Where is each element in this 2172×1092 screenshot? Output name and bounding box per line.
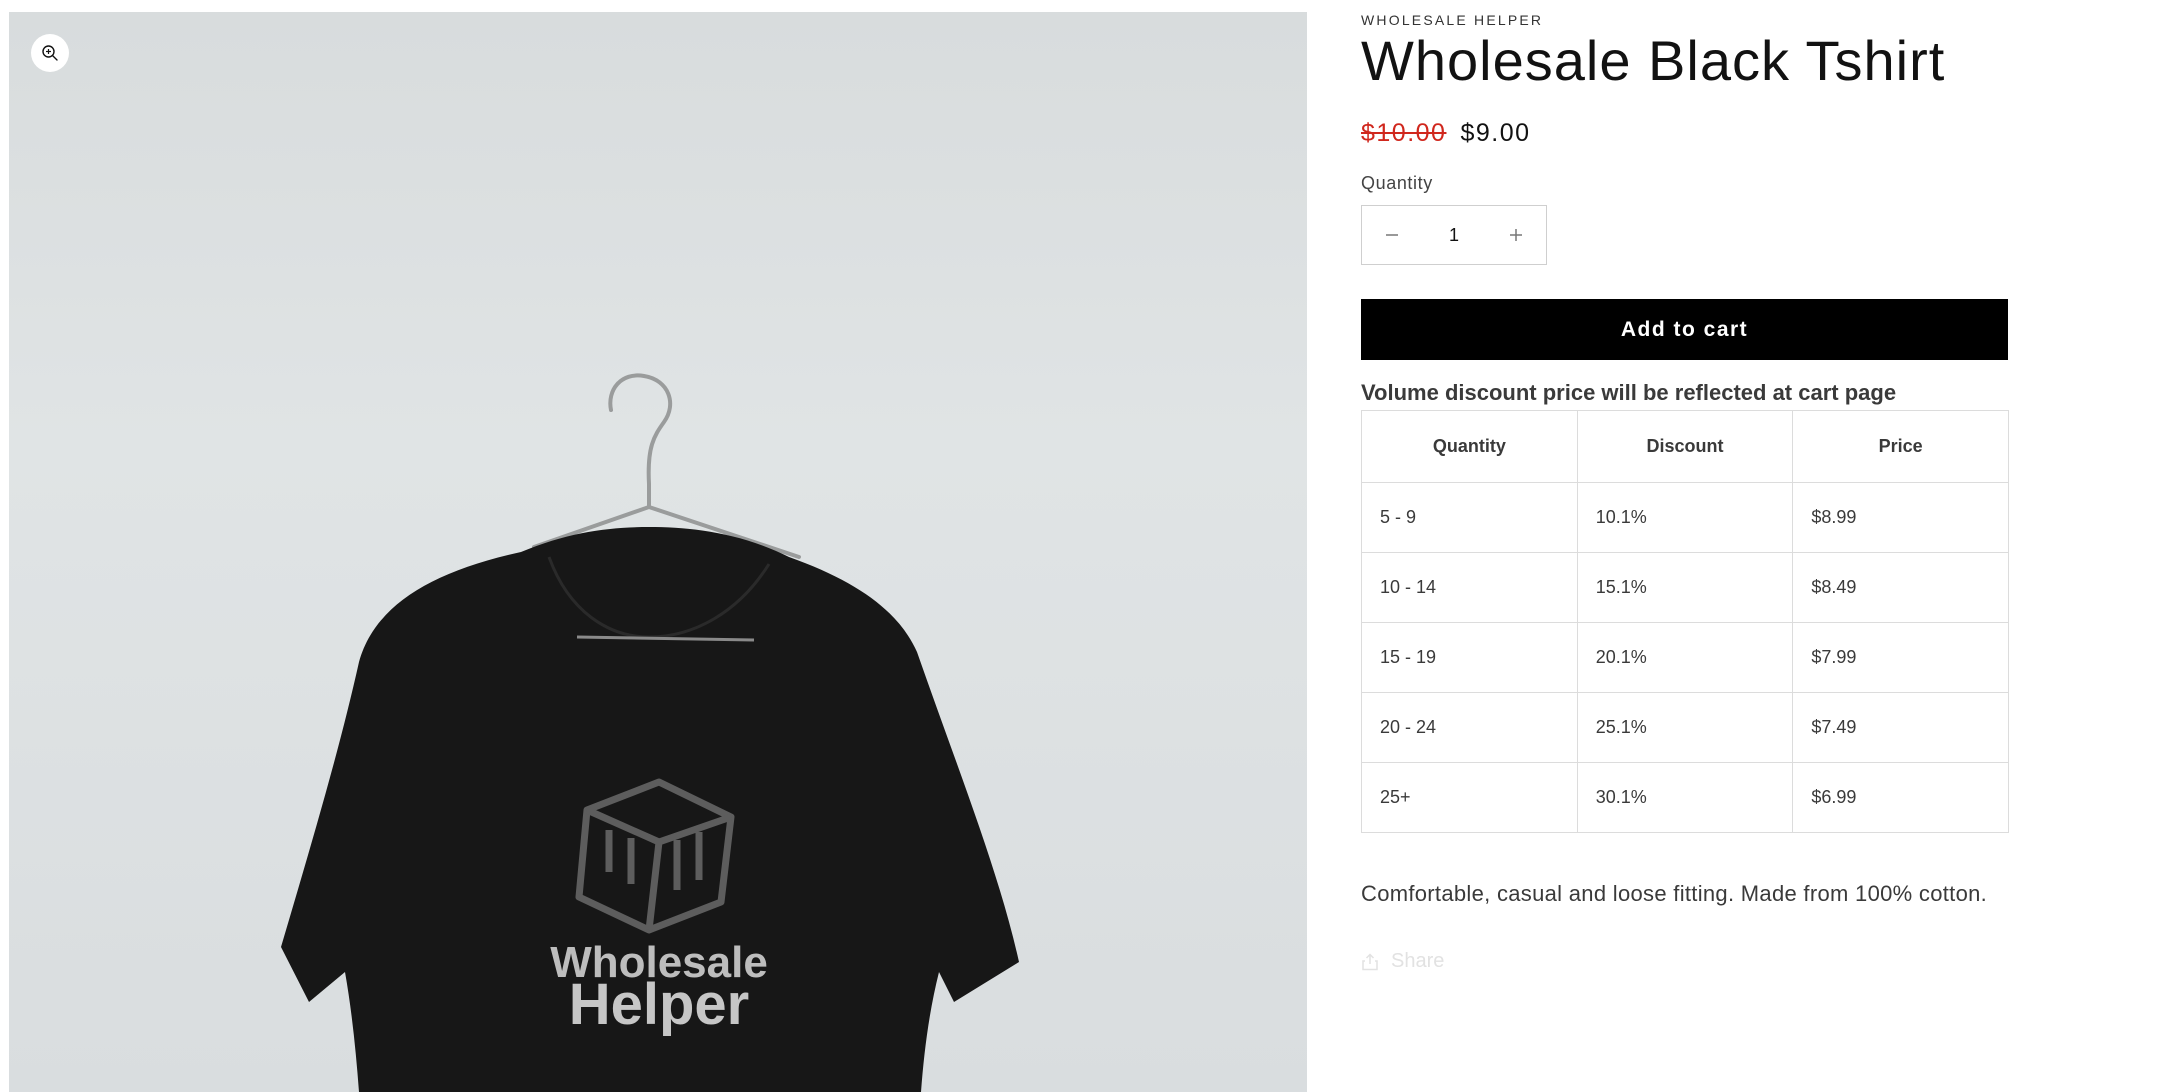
add-to-cart-button[interactable]: Add to cart — [1361, 299, 2008, 360]
column-header-price: Price — [1792, 410, 2009, 483]
tier-quantity: 10 - 14 — [1361, 552, 1578, 623]
compare-at-price: $10.00 — [1361, 119, 1447, 147]
tier-price: $8.99 — [1792, 482, 2009, 553]
product-title: Wholesale Black Tshirt — [1361, 29, 1946, 92]
table-row: 15 - 19 20.1% $7.99 — [1361, 622, 2009, 693]
tier-discount: 25.1% — [1576, 692, 1794, 763]
quantity-decrease-button[interactable] — [1362, 206, 1422, 264]
tier-price: $7.99 — [1792, 622, 2009, 693]
quantity-input[interactable] — [1422, 214, 1486, 256]
tier-quantity: 20 - 24 — [1361, 692, 1578, 763]
shirt-print-line-2: Helper — [569, 972, 750, 1037]
plus-icon — [1510, 229, 1522, 241]
tier-price: $8.49 — [1792, 552, 2009, 623]
column-header-discount: Discount — [1576, 410, 1794, 483]
share-button[interactable]: Share — [1361, 950, 1444, 973]
minus-icon — [1386, 234, 1398, 236]
product-page: Wholesale Helper WHOLESALE HELPER Wholes… — [0, 0, 2172, 1092]
sale-price: $9.00 — [1460, 119, 1531, 147]
table-row: 5 - 9 10.1% $8.99 — [1361, 482, 2009, 553]
volume-discount-note: Volume discount price will be reflected … — [1361, 380, 1897, 405]
tier-discount: 15.1% — [1576, 552, 1794, 623]
column-header-quantity: Quantity — [1361, 410, 1578, 483]
tier-discount: 30.1% — [1576, 762, 1794, 833]
tier-quantity: 5 - 9 — [1361, 482, 1578, 553]
zoom-button[interactable] — [31, 34, 69, 72]
tier-discount: 20.1% — [1576, 622, 1794, 693]
tier-quantity: 15 - 19 — [1361, 622, 1578, 693]
product-description: Comfortable, casual and loose fitting. M… — [1361, 881, 1988, 906]
price: $10.00 $9.00 — [1361, 119, 1531, 148]
tier-discount: 10.1% — [1576, 482, 1794, 553]
quantity-stepper — [1361, 205, 1547, 265]
table-header-row: Quantity Discount Price — [1361, 410, 2009, 483]
quantity-label: Quantity — [1361, 173, 1433, 193]
table-row: 25+ 30.1% $6.99 — [1361, 762, 2009, 833]
product-media: Wholesale Helper — [9, 12, 1307, 1092]
tier-quantity: 25+ — [1361, 762, 1578, 833]
share-label: Share — [1391, 950, 1445, 972]
share-icon — [1362, 952, 1378, 970]
volume-discount-table: Quantity Discount Price 5 - 9 10.1% $8.9… — [1361, 410, 2009, 833]
product-image: Wholesale Helper — [281, 373, 1019, 1092]
table-row: 20 - 24 25.1% $7.49 — [1361, 692, 2009, 763]
table-row: 10 - 14 15.1% $8.49 — [1361, 552, 2009, 623]
quantity-increase-button[interactable] — [1486, 206, 1546, 264]
tier-price: $7.49 — [1792, 692, 2009, 763]
zoom-in-icon — [42, 45, 58, 61]
tier-price: $6.99 — [1792, 762, 2009, 833]
product-vendor: WHOLESALE HELPER — [1361, 12, 1544, 28]
